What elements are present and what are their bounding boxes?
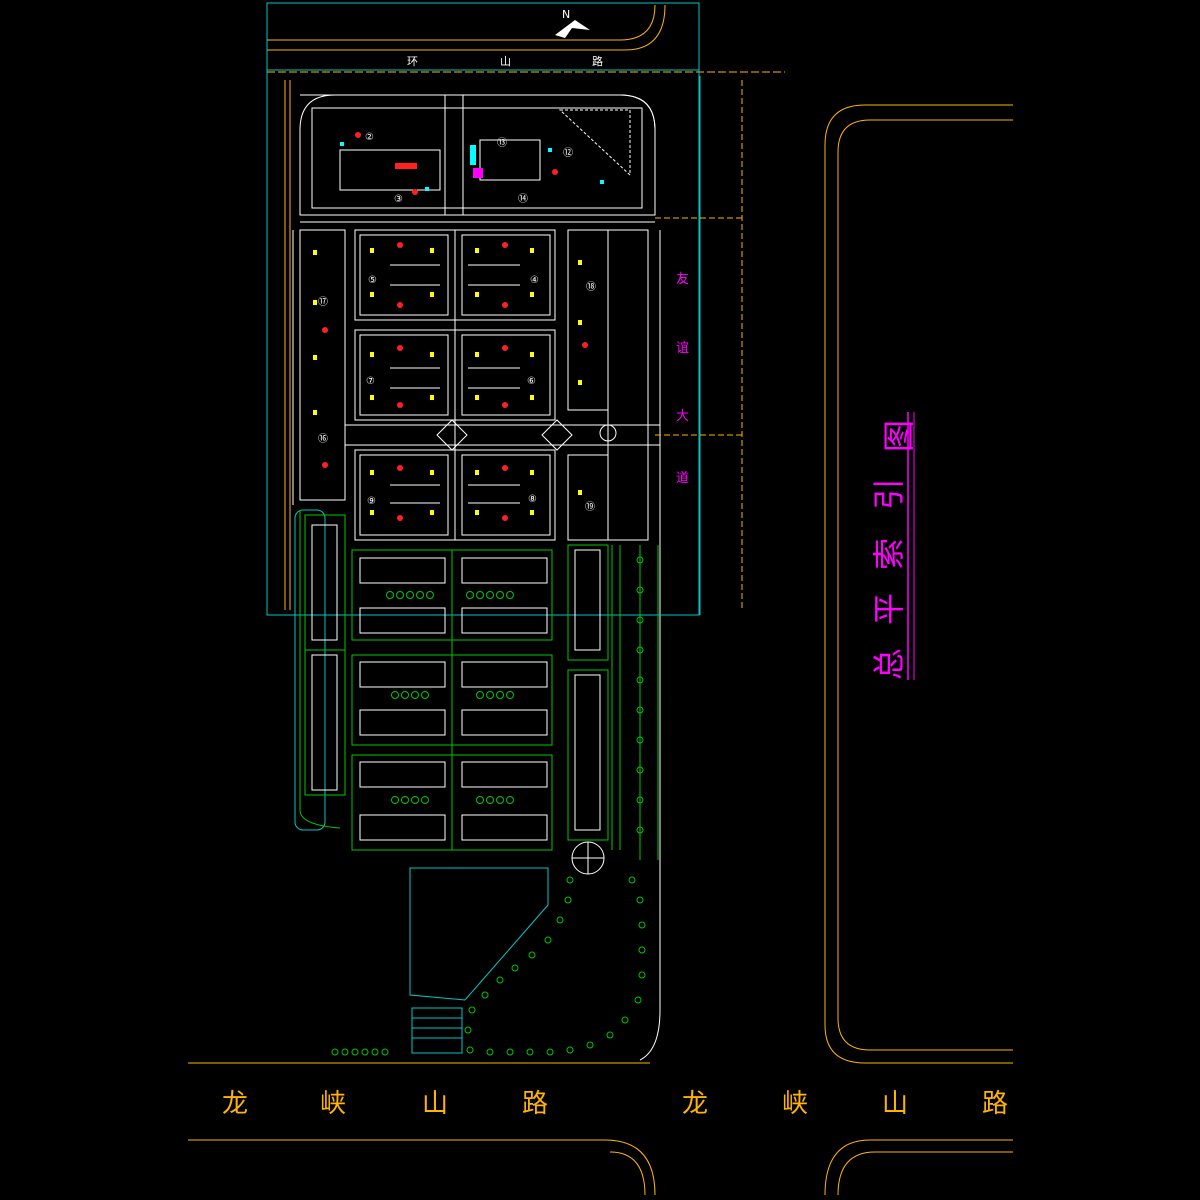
road-bottom-char: 山: [422, 1089, 448, 1119]
building-number: ⑲: [585, 501, 595, 513]
building-number: ⑬: [497, 137, 507, 149]
building-number: ④: [530, 275, 539, 286]
road-bottom-char: 峡: [782, 1089, 808, 1119]
building-number: ⑤: [368, 275, 377, 286]
north-label: N: [562, 8, 570, 21]
building-number: ③: [394, 194, 403, 205]
building-number: ⑱: [586, 281, 596, 293]
title-char: 图: [880, 420, 918, 452]
title-char: 索: [870, 538, 908, 570]
building-number: ⑦: [366, 376, 375, 387]
road-bottom-char: 山: [882, 1089, 908, 1119]
building-number: ⑧: [528, 494, 537, 505]
road-bottom-char: 路: [522, 1089, 548, 1119]
building-number: ②: [365, 132, 374, 143]
road-east-char: 大: [676, 409, 689, 424]
site-plan-drawing: N ② ⑬ ⑫ ③ ⑭ ⑤ ④ ⑱ ⑰ ⑦ ⑥ ⑯ ⑨ ⑧ ⑲ 环 山 路 友 …: [0, 0, 1200, 1200]
building-number: ⑰: [318, 296, 328, 308]
road-bottom-char: 龙: [682, 1089, 708, 1119]
road-bottom-char: 峡: [320, 1089, 346, 1119]
road-east-char: 谊: [676, 341, 689, 356]
road-bottom-char: 龙: [222, 1089, 248, 1119]
building-number: ⑫: [563, 147, 573, 159]
road-top-char: 环: [407, 55, 418, 68]
title-char: 引: [870, 478, 908, 510]
title-char: 平: [870, 593, 908, 625]
building-number: ⑯: [318, 433, 328, 445]
title-char: 总: [870, 648, 908, 680]
road-east-char: 友: [676, 271, 689, 287]
building-number: ⑥: [527, 376, 536, 387]
building-number: ⑨: [367, 496, 376, 507]
road-top-char: 山: [500, 55, 511, 68]
building-number: ⑭: [518, 193, 528, 205]
road-top-char: 路: [592, 55, 603, 68]
road-east-char: 道: [676, 471, 689, 486]
road-bottom-char: 路: [982, 1089, 1008, 1119]
